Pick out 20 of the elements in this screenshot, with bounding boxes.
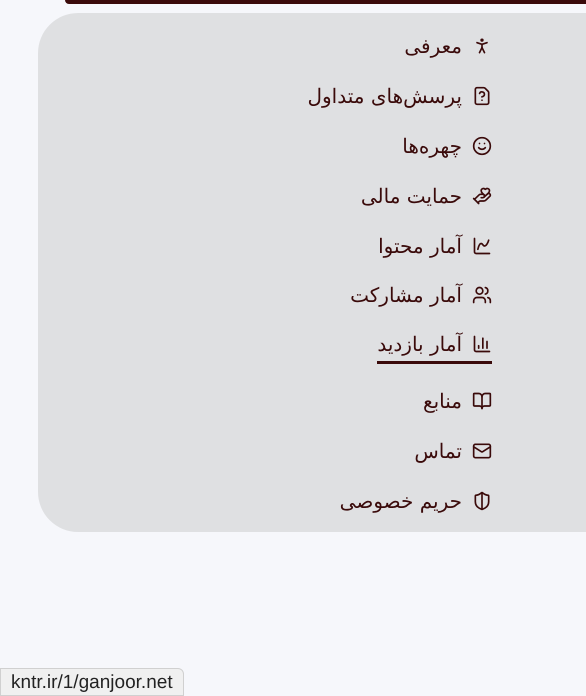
menu-item[interactable]: آمار محتوا	[378, 226, 492, 264]
book-icon	[472, 391, 492, 412]
mail-icon	[472, 441, 492, 462]
menu-item[interactable]: آمار بازدید	[377, 326, 492, 364]
menu-item[interactable]: پرسش‌های متداول	[307, 76, 492, 115]
menu-item[interactable]: معرفی	[404, 27, 492, 65]
menu-item[interactable]: منابع	[422, 382, 492, 420]
chart-line-icon	[472, 236, 492, 256]
status-url: kntr.ir/1/ganjoor.net	[0, 668, 184, 696]
menu-item[interactable]: چهره‌ها	[402, 126, 492, 165]
shield-icon	[472, 491, 492, 512]
face-icon	[472, 136, 492, 156]
menu-item[interactable]: آمار مشارکت	[350, 276, 492, 314]
menu-item[interactable]: حمایت مالی	[360, 176, 492, 215]
bar-chart-icon	[472, 334, 492, 354]
menu-item[interactable]: حریم خصوصی	[340, 482, 492, 520]
question-document-icon	[472, 86, 492, 106]
menu-item[interactable]: تماس	[414, 432, 492, 470]
users-icon	[472, 285, 492, 306]
hand-heart-icon	[472, 186, 492, 206]
